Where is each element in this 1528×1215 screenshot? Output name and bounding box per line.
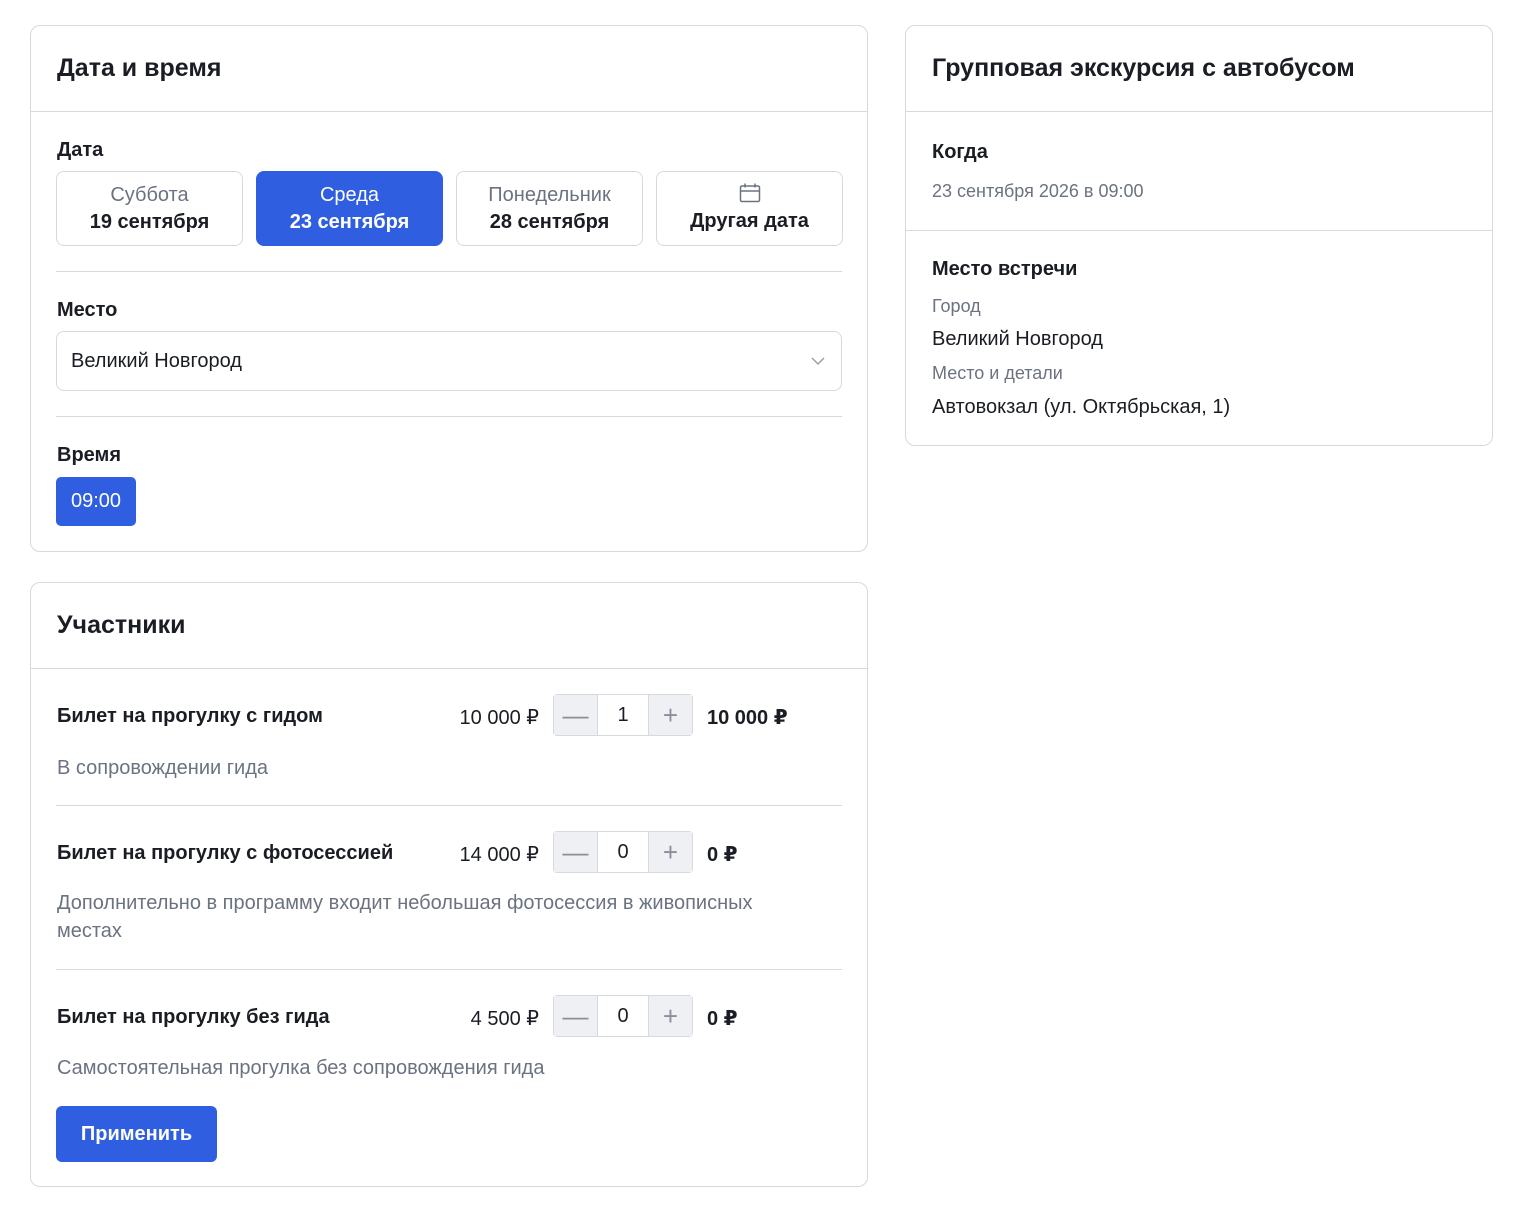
when-value: 23 сентября 2026 в 09:00 — [932, 181, 1144, 201]
ticket-name: Билет на прогулку без гида — [57, 1006, 330, 1028]
divider — [906, 230, 1492, 231]
participants-title: Участники — [57, 611, 186, 639]
increase-button[interactable]: + — [649, 832, 692, 872]
date-option-dow: Понедельник — [488, 183, 611, 206]
increase-button[interactable]: + — [649, 695, 692, 735]
participants-card: Участники Билет на прогулку с гидом 10 0… — [30, 582, 868, 1187]
other-date-label: Другая дата — [690, 209, 809, 232]
decrease-button[interactable]: — — [554, 695, 597, 735]
city-value: Великий Новгород — [932, 328, 1103, 350]
ticket-row: Билет на прогулку без гида 4 500 ₽ — 0 +… — [57, 995, 843, 1095]
ticket-description: Дополнительно в программу входит небольш… — [57, 892, 753, 942]
divider — [56, 969, 842, 970]
summary-card: Групповая экскурсия с автобусом Когда 23… — [905, 25, 1493, 446]
date-option-dow: Среда — [319, 183, 380, 206]
time-option-0900[interactable]: 09:00 — [56, 477, 136, 526]
other-date-button[interactable]: Другая дата — [656, 171, 843, 246]
details-label: Место и детали — [932, 363, 1063, 383]
calendar-icon — [739, 183, 760, 202]
ticket-row: Билет на прогулку с фотосессией 14 000 ₽… — [57, 831, 843, 961]
date-option-monday[interactable]: Понедельник 28 сентября — [456, 171, 643, 246]
place-select-value: Великий Новгород — [71, 349, 242, 372]
divider — [56, 271, 842, 272]
quantity-value[interactable]: 1 — [597, 695, 649, 735]
decrease-button[interactable]: — — [554, 832, 597, 872]
date-option-wednesday[interactable]: Среда 23 сентября — [256, 171, 443, 246]
date-option-saturday[interactable]: Суббота 19 сентября — [56, 171, 243, 246]
when-label: Когда — [932, 141, 988, 163]
chevron-down-icon — [811, 357, 825, 366]
datetime-title: Дата и время — [57, 54, 222, 82]
date-option-day: 28 сентября — [489, 210, 610, 233]
ticket-row: Билет на прогулку с гидом 10 000 ₽ — 1 +… — [57, 694, 843, 806]
participants-card-header: Участники — [31, 583, 867, 669]
ticket-name: Билет на прогулку с гидом — [57, 705, 323, 727]
place-label: Место — [57, 299, 118, 321]
quantity-value[interactable]: 0 — [597, 832, 649, 872]
date-label: Дата — [57, 139, 104, 161]
ticket-total: 0 ₽ — [707, 844, 738, 866]
quantity-stepper: — 0 + — [553, 995, 693, 1037]
quantity-stepper: — 0 + — [553, 831, 693, 873]
decrease-button[interactable]: — — [554, 996, 597, 1036]
city-label: Город — [932, 296, 981, 316]
ticket-total: 10 000 ₽ — [707, 707, 788, 729]
place-select[interactable]: Великий Новгород — [56, 331, 842, 391]
divider — [56, 416, 842, 417]
date-option-day: 23 сентября — [289, 210, 410, 233]
ticket-name: Билет на прогулку с фотосессией — [57, 842, 394, 864]
quantity-stepper: — 1 + — [553, 694, 693, 736]
divider — [56, 805, 842, 806]
date-option-day: 19 сентября — [89, 210, 210, 233]
datetime-card-header: Дата и время — [31, 26, 867, 112]
increase-button[interactable]: + — [649, 996, 692, 1036]
date-options: Суббота 19 сентября Среда 23 сентября По… — [56, 171, 843, 246]
ticket-description: В сопровождении гида — [57, 757, 268, 779]
summary-card-header: Групповая экскурсия с автобусом — [906, 26, 1492, 112]
time-label: Время — [57, 444, 121, 466]
details-value: Автовокзал (ул. Октябрьская, 1) — [932, 396, 1231, 418]
datetime-card: Дата и время Дата Суббота 19 сентября Ср… — [30, 25, 868, 552]
meeting-place-label: Место встречи — [932, 258, 1078, 280]
ticket-total: 0 ₽ — [707, 1008, 738, 1030]
ticket-price: 14 000 ₽ — [459, 844, 539, 866]
ticket-price: 4 500 ₽ — [470, 1008, 539, 1030]
summary-title: Групповая экскурсия с автобусом — [932, 54, 1355, 82]
ticket-price: 10 000 ₽ — [459, 707, 539, 729]
apply-button[interactable]: Применить — [56, 1106, 217, 1162]
date-option-dow: Суббота — [110, 183, 189, 206]
quantity-value[interactable]: 0 — [597, 996, 649, 1036]
ticket-description: Самостоятельная прогулка без сопровожден… — [57, 1057, 545, 1079]
